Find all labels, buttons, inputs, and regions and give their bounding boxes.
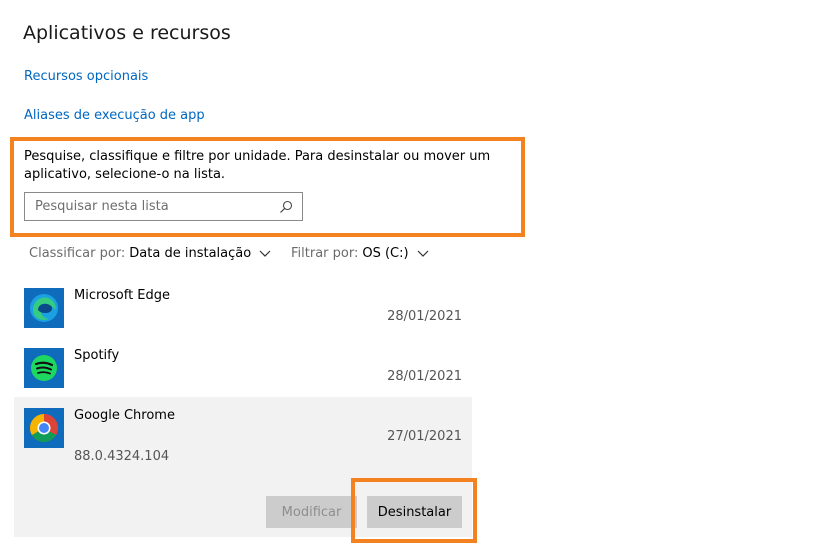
app-version: 88.0.4324.104	[74, 449, 170, 464]
app-list-item-microsoft-edge[interactable]: Microsoft Edge 28/01/2021	[14, 277, 472, 337]
google-chrome-icon	[24, 408, 64, 448]
app-name: Spotify	[74, 348, 120, 363]
filter-label: Filtrar por:	[291, 246, 359, 261]
filter-dropdown[interactable]: Filtrar por: OS (C:)	[291, 246, 429, 261]
app-install-date: 28/01/2021	[387, 309, 462, 324]
app-install-date: 27/01/2021	[387, 429, 462, 444]
search-area-highlight	[10, 137, 525, 237]
filter-value: OS (C:)	[362, 246, 409, 261]
sort-dropdown[interactable]: Classificar por: Data de instalação	[29, 246, 271, 261]
app-name: Google Chrome	[74, 408, 175, 423]
app-list-item-spotify[interactable]: Spotify 28/01/2021	[14, 337, 472, 397]
app-name: Microsoft Edge	[74, 288, 171, 303]
sort-value: Data de instalação	[129, 246, 252, 261]
app-install-date: 28/01/2021	[387, 369, 462, 384]
app-execution-aliases-link[interactable]: Aliases de execução de app	[24, 108, 205, 123]
chevron-down-icon	[259, 248, 271, 260]
microsoft-edge-icon	[24, 288, 64, 328]
chevron-down-icon	[417, 248, 429, 260]
spotify-icon	[24, 348, 64, 388]
sort-label: Classificar por:	[29, 246, 126, 261]
page-title: Aplicativos e recursos	[23, 22, 231, 44]
uninstall-button-highlight	[351, 478, 477, 543]
modify-button[interactable]: Modificar	[266, 496, 357, 528]
optional-features-link[interactable]: Recursos opcionais	[24, 69, 148, 84]
